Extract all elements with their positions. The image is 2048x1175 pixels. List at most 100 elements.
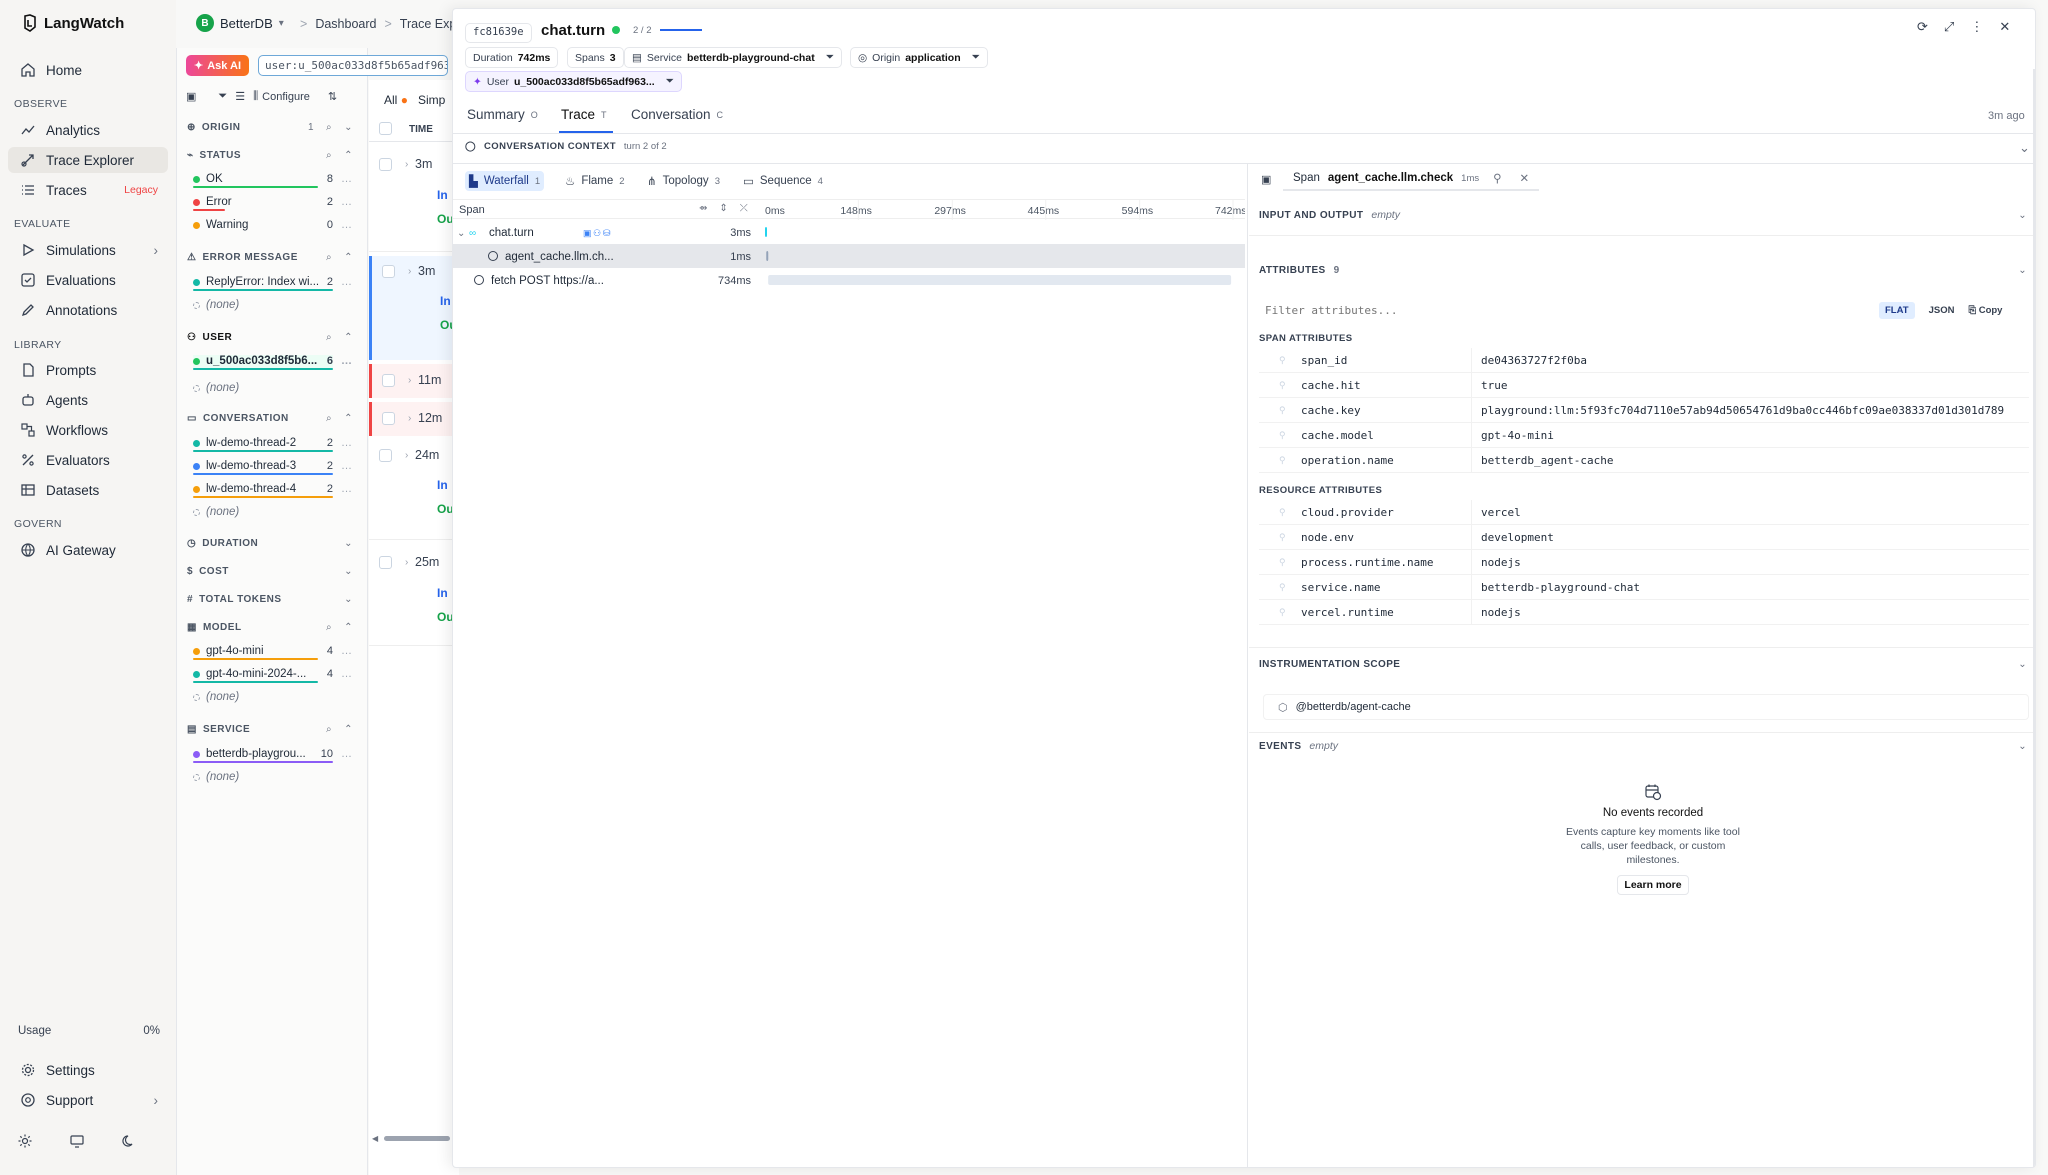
chevron-right-icon[interactable]: ›	[408, 413, 411, 424]
nav-simulations[interactable]: Simulations ›	[8, 237, 168, 263]
filter-section-origin[interactable]: ⊕ ORIGIN 1 ⌕ ⌄	[187, 122, 353, 133]
scrollbar-thumb[interactable]	[384, 1136, 450, 1141]
chevron-up-icon[interactable]: ⌃	[344, 332, 353, 343]
filter-icon[interactable]: ⏷	[972, 51, 980, 64]
chevron-right-icon[interactable]: ›	[405, 159, 408, 170]
filter-option[interactable]: gpt-4o-mini-2024-... 4…	[193, 668, 352, 683]
filter-section-error-message[interactable]: ⚠ ERROR MESSAGE ⌕ ⌃	[187, 252, 353, 263]
nav-agents[interactable]: Agents	[8, 387, 168, 413]
chevron-right-icon[interactable]: ›	[405, 557, 408, 568]
more-icon[interactable]: …	[341, 748, 352, 760]
filter-option[interactable]: (none)	[193, 506, 333, 521]
close-icon[interactable]: ✕	[1999, 19, 2010, 35]
filter-section-conversation[interactable]: ▭ CONVERSATION ⌕ ⌃	[187, 413, 353, 424]
filter-option[interactable]: (none)	[193, 299, 333, 314]
attribute-row[interactable]: ⚲ vercel.runtime nodejs	[1259, 600, 2029, 625]
search-icon[interactable]: ⌕	[326, 332, 332, 343]
chevron-down-icon[interactable]: ⌄	[2018, 265, 2027, 276]
learn-more-button[interactable]: Learn more	[1617, 875, 1689, 895]
attribute-row[interactable]: ⚲ operation.name betterdb_agent-cache	[1259, 448, 2029, 473]
monitor-icon[interactable]	[66, 1130, 88, 1152]
filter-option[interactable]: OK 8…	[193, 173, 352, 188]
copy-button[interactable]: ⎘ Copy	[1968, 305, 2002, 316]
filter-option[interactable]: (none)	[193, 771, 333, 786]
chevron-up-icon[interactable]: ⌃	[344, 252, 353, 263]
filter-section-total-tokens[interactable]: # TOTAL TOKENS ⌄	[187, 594, 353, 605]
filter-icon[interactable]: ⏷	[666, 75, 674, 88]
chevron-up-icon[interactable]: ⌃	[344, 622, 353, 633]
expand-icon[interactable]: ⤢	[1944, 19, 1954, 35]
table-row[interactable]: › 3m In Ou	[369, 152, 459, 252]
table-row[interactable]: › 24m In Ou	[369, 440, 459, 540]
sidebar-toggle-icon[interactable]: ▣	[186, 90, 196, 103]
chevron-right-icon[interactable]: ›	[405, 450, 408, 461]
span-bar[interactable]	[768, 275, 1232, 285]
sliders-icon[interactable]: ☰	[235, 90, 245, 103]
section-events[interactable]: EVENTS empty ⌄	[1259, 740, 2035, 752]
attribute-value[interactable]: playground:llm:5f93fc704d7110e57ab94d506…	[1481, 404, 2004, 417]
user-chip[interactable]: ✦ User u_500ac033d8f5b65adf963... ⏷	[465, 71, 683, 92]
nav-traces[interactable]: Traces Legacy	[8, 177, 168, 203]
sort-icon[interactable]: ⇅	[328, 90, 337, 103]
usage-indicator[interactable]: Usage 0%	[18, 1025, 160, 1037]
nav-settings[interactable]: Settings	[8, 1057, 168, 1083]
filter-option[interactable]: gpt-4o-mini 4…	[193, 645, 352, 660]
more-icon[interactable]: …	[341, 460, 352, 472]
view-waterfall[interactable]: ▙ Waterfall 1	[465, 171, 545, 191]
tab-simple[interactable]: Simp	[418, 93, 445, 107]
tab-all[interactable]: All ●	[384, 93, 408, 107]
pin-icon[interactable]: ⚲	[1493, 171, 1501, 185]
filter-option-selected[interactable]: u_500ac033d8f5b6... 6…	[193, 355, 352, 370]
pin-icon[interactable]: ⚲	[1279, 532, 1286, 543]
search-icon[interactable]: ⌕	[326, 622, 332, 633]
table-row-active[interactable]: › 3m In Ou	[369, 256, 459, 360]
table-row[interactable]: › 25m In Ou	[369, 546, 459, 646]
nav-trace-explorer[interactable]: Trace Explorer	[8, 147, 168, 173]
nav-home[interactable]: Home	[8, 57, 168, 83]
more-icon[interactable]: …	[341, 483, 352, 495]
filter-section-model[interactable]: ▦ MODEL ⌕ ⌃	[187, 622, 353, 633]
row-checkbox[interactable]	[379, 449, 392, 462]
conversation-context-toggle[interactable]: ◯ CONVERSATION CONTEXT turn 2 of 2	[465, 141, 667, 152]
nav-datasets[interactable]: Datasets	[8, 477, 168, 503]
sidebar-toggle-icon[interactable]: ▣	[1261, 173, 1271, 186]
chevron-right-icon[interactable]: ›	[408, 375, 411, 386]
attribute-row[interactable]: ⚲ process.runtime.name nodejs	[1259, 550, 2029, 575]
view-flame[interactable]: ♨ Flame 2	[561, 171, 629, 191]
scroll-left-icon[interactable]: ◀	[372, 1134, 378, 1143]
horizontal-scrollbar[interactable]: ◀	[372, 1134, 452, 1143]
span-tab[interactable]: Span agent_cache.llm.check 1ms ⚲ ✕	[1283, 167, 1540, 191]
moon-icon[interactable]	[118, 1130, 140, 1152]
filter-section-service[interactable]: ▤ SERVICE ⌕ ⌃	[187, 724, 353, 735]
filter-attributes-input[interactable]	[1265, 300, 1665, 320]
attribute-row[interactable]: ⚲ service.name betterdb-playground-chat	[1259, 575, 2029, 600]
chevron-up-icon[interactable]: ⌃	[344, 150, 353, 161]
more-icon[interactable]: …	[341, 276, 352, 288]
filter-icon[interactable]: ⏷	[826, 51, 834, 64]
search-input[interactable]: user:u_500ac033d8f5b65adf9634	[258, 55, 448, 76]
filter-section-cost[interactable]: $ COST ⌄	[187, 566, 353, 577]
filter-option[interactable]: lw-demo-thread-2 2…	[193, 437, 352, 452]
pin-icon[interactable]: ⚲	[1279, 507, 1286, 518]
span-name[interactable]: chat.turn	[489, 227, 534, 239]
more-icon[interactable]: …	[341, 668, 352, 680]
filter-option[interactable]: betterdb-playgrou... 10…	[193, 748, 352, 763]
filter-icon[interactable]: ⏷	[218, 90, 227, 103]
refresh-icon[interactable]: ⟳	[1917, 19, 1928, 35]
row-checkbox[interactable]	[379, 556, 392, 569]
trace-id-chip[interactable]: fc81639e	[465, 23, 532, 43]
table-row-error[interactable]: › 12m	[369, 402, 459, 436]
chevron-up-icon[interactable]: ⌃	[344, 413, 353, 424]
nav-evaluations[interactable]: Evaluations	[8, 267, 168, 293]
chevron-up-icon[interactable]: ⌃	[344, 724, 353, 735]
sun-icon[interactable]	[14, 1130, 36, 1152]
nav-prompts[interactable]: Prompts	[8, 357, 168, 383]
filter-section-user[interactable]: ⚇ USER ⌕ ⌃	[187, 332, 353, 343]
view-sequence[interactable]: ▭ Sequence 4	[739, 171, 827, 191]
attribute-row[interactable]: ⚲ node.env development	[1259, 525, 2029, 550]
more-icon[interactable]: …	[341, 219, 352, 231]
search-icon[interactable]: ⌕	[326, 122, 332, 133]
chevron-down-icon[interactable]: ⌄	[2018, 741, 2027, 752]
section-instrumentation-scope[interactable]: INSTRUMENTATION SCOPE ⌄	[1259, 659, 2035, 670]
search-icon[interactable]: ⌕	[326, 150, 332, 161]
